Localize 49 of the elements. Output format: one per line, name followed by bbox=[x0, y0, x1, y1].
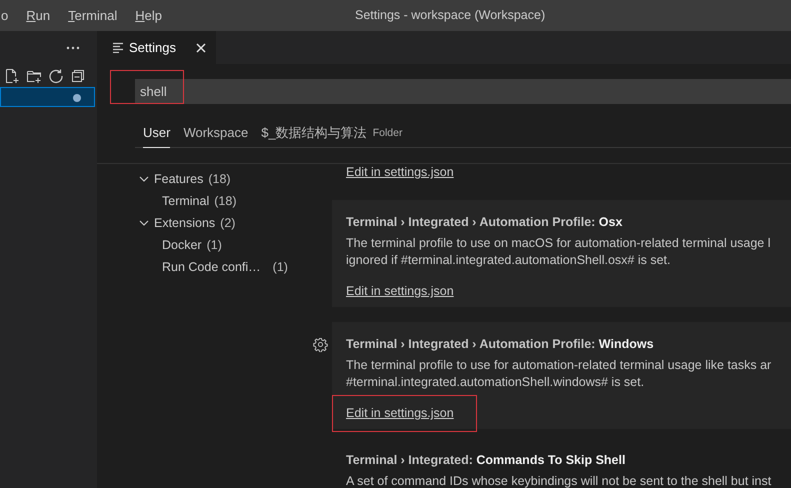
collapse-all-icon[interactable] bbox=[70, 68, 86, 84]
lines-icon bbox=[113, 42, 123, 53]
toc-label: Run Code confi… bbox=[162, 260, 261, 274]
more-icon[interactable] bbox=[66, 46, 80, 50]
new-folder-icon[interactable] bbox=[26, 68, 42, 84]
menu-item[interactable]: Help bbox=[134, 8, 163, 23]
settings-gear-icon[interactable] bbox=[313, 337, 328, 352]
toc-count: (1) bbox=[206, 238, 222, 252]
tab-label: Settings bbox=[129, 40, 176, 55]
tab-label: Workspace bbox=[183, 125, 248, 140]
toc-item[interactable]: Run Code confi… (1) bbox=[139, 256, 332, 278]
menu-item[interactable]: Run bbox=[25, 8, 52, 23]
scope-tab[interactable]: User bbox=[143, 118, 170, 148]
toc-count: (18) bbox=[208, 172, 231, 186]
search-field[interactable]: shell bbox=[135, 79, 791, 104]
toc-label: Terminal bbox=[162, 194, 210, 208]
scope-tab[interactable]: Workspace bbox=[183, 118, 248, 148]
window-title: Settings - workspace (Workspace) bbox=[355, 8, 546, 22]
refresh-icon[interactable] bbox=[48, 68, 64, 84]
setting-description: The terminal profile to use on macOS for automation-related terminal usage l ignored if #terminal.integrated.automationShell.osx# is set. bbox=[346, 235, 772, 269]
edit-json-link[interactable]: Edit in settings.json bbox=[346, 283, 454, 300]
dot-icon bbox=[73, 94, 81, 102]
setting-title: Terminal › Integrated › Automation Profile: Osx bbox=[346, 214, 624, 231]
setting-title: Terminal › Integrated › Automation Profile: Windows bbox=[346, 336, 655, 353]
toc-count: (18) bbox=[214, 194, 236, 208]
setting-description: A set of command IDs whose keybindings will not be sent to the shell but inst bbox=[346, 473, 772, 488]
toc-item[interactable]: Extensions (2) bbox=[139, 212, 332, 234]
toc-label: Extensions bbox=[154, 216, 216, 230]
close-icon[interactable] bbox=[196, 42, 206, 52]
setting-title: Terminal › Integrated: Commands To Skip Shell bbox=[346, 452, 626, 469]
toc-item[interactable]: Features (18) bbox=[139, 168, 332, 190]
toc-label: Docker bbox=[162, 238, 202, 252]
toc-item[interactable]: Terminal (18) bbox=[139, 190, 332, 212]
explorer-row[interactable] bbox=[0, 87, 95, 107]
toc-count: (2) bbox=[220, 216, 236, 230]
edit-json-link[interactable]: Edit in settings.json bbox=[346, 164, 454, 181]
edit-json-link[interactable]: Edit in settings.json bbox=[346, 405, 454, 422]
settings-tab[interactable]: Settings bbox=[97, 31, 216, 64]
toc-item[interactable]: Docker (1) bbox=[139, 234, 332, 256]
tab-label: $_数据结构与算法 bbox=[261, 124, 367, 142]
scope-tab[interactable]: $_数据结构与算法 Folder bbox=[261, 118, 402, 148]
toc-count: (1) bbox=[272, 260, 288, 274]
menu-item[interactable]: Terminal bbox=[67, 8, 118, 23]
menu-item[interactable]: o bbox=[0, 8, 10, 23]
toc-label: Features bbox=[154, 172, 204, 186]
setting-description: The terminal profile to use for automation-related terminal usage like tasks ar #terminal.integrated.automationShell.windows# is set. bbox=[346, 357, 772, 391]
new-file-icon[interactable] bbox=[4, 68, 20, 84]
tab-label: User bbox=[143, 125, 170, 140]
folder-label: Folder bbox=[372, 126, 402, 138]
